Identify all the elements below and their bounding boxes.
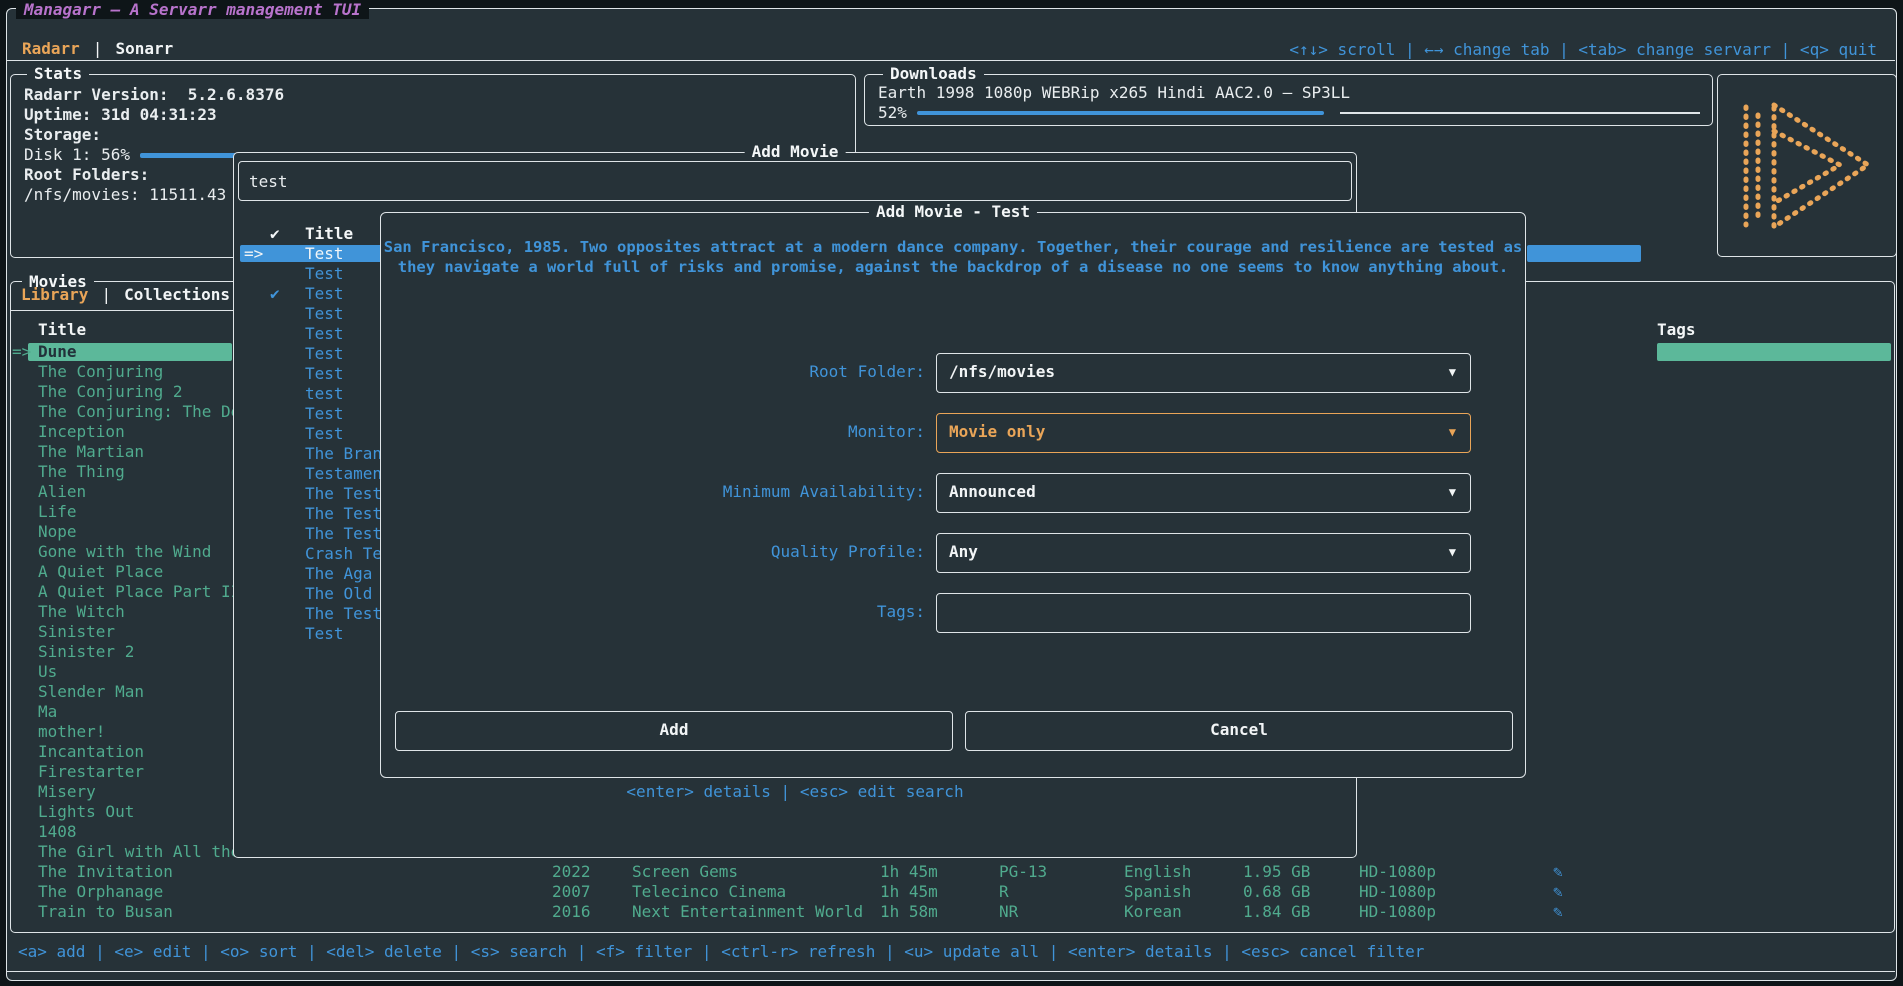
selection-arrow: => <box>12 342 31 362</box>
chevron-down-icon: ▼ <box>1449 534 1456 570</box>
table-row[interactable]: 2007 Telecinco Cinema 1h 45m R Spanish 0… <box>0 882 1903 902</box>
add-movie-overlay-title: Add Movie <box>745 142 846 162</box>
library-row[interactable]: Ma <box>11 702 237 722</box>
chevron-down-icon: ▼ <box>1449 474 1456 510</box>
movie-search-input[interactable] <box>239 162 1351 200</box>
chevron-down-icon: ▼ <box>1449 414 1456 450</box>
table-row[interactable]: 2016 Next Entertainment World 1h 58m NR … <box>0 902 1903 922</box>
download-progress-bar <box>917 105 1700 121</box>
library-row[interactable]: A Quiet Place <box>11 562 237 582</box>
quality-profile-dropdown[interactable]: Any ▼ <box>936 533 1471 573</box>
library-row-selected[interactable]: => Dune <box>11 342 237 362</box>
monitor-dropdown[interactable]: Movie only ▼ <box>936 413 1471 453</box>
movie-overview-line1: San Francisco, 1985. Two opposites attra… <box>381 237 1525 257</box>
library-row[interactable]: Life <box>11 502 237 522</box>
added-check-icon: ✔ <box>270 284 280 304</box>
footer-keybind-help: <a> add | <e> edit | <o> sort | <del> de… <box>18 942 1424 962</box>
app-title: Managarr — A Servarr management TUI <box>16 0 369 19</box>
library-row[interactable]: Lights Out <box>11 802 237 822</box>
minimum-availability-dropdown[interactable]: Announced ▼ <box>936 473 1471 513</box>
library-row[interactable]: The Conjuring <box>11 362 237 382</box>
library-row[interactable]: Us <box>11 662 237 682</box>
tab-separator: | <box>93 38 103 60</box>
download-progress-label: 52% <box>878 103 907 122</box>
selected-row-tags-cell-highlight <box>1657 343 1891 361</box>
library-row[interactable]: The Martian <box>11 442 237 462</box>
edit-pencil-icon[interactable]: ✎ <box>1553 882 1563 902</box>
cancel-button[interactable]: Cancel <box>965 711 1513 751</box>
library-row[interactable]: The Conjuring 2 <box>11 382 237 402</box>
downloads-panel-title: Downloads <box>883 64 984 84</box>
library-row[interactable]: The Girl with All the <box>11 842 237 862</box>
tab-collections[interactable]: Collections <box>124 284 230 306</box>
stat-version: Radarr Version: 5.2.6.8376 <box>24 85 855 105</box>
monitor-label: Monitor: <box>848 413 925 451</box>
edit-pencil-icon[interactable]: ✎ <box>1553 862 1563 882</box>
library-row[interactable]: Misery <box>11 782 237 802</box>
tab-sonarr[interactable]: Sonarr <box>115 38 173 60</box>
add-movie-modal-title: Add Movie - Test <box>869 202 1037 222</box>
library-row[interactable]: Sinister <box>11 622 237 642</box>
logo-panel <box>1717 74 1897 257</box>
add-button[interactable]: Add <box>395 711 953 751</box>
tab-separator: | <box>101 284 111 306</box>
root-folder-label: Root Folder: <box>809 353 925 391</box>
edit-pencil-icon[interactable]: ✎ <box>1553 902 1563 922</box>
tab-radarr[interactable]: Radarr <box>22 38 80 60</box>
library-row[interactable]: Incantation <box>11 742 237 762</box>
library-row[interactable]: Gone with the Wind <box>11 542 237 562</box>
managarr-logo-icon <box>1728 85 1888 245</box>
movie-overview-line2: they navigate a world full of risks and … <box>381 257 1525 277</box>
library-tags-column-header: Tags <box>1657 320 1696 339</box>
check-column-icon: ✔ <box>270 224 280 244</box>
library-row[interactable]: The Conjuring: The De <box>11 402 237 422</box>
root-folder-dropdown[interactable]: /nfs/movies ▼ <box>936 353 1471 393</box>
tab-library[interactable]: Library <box>21 284 88 306</box>
selection-arrow: => <box>244 244 263 264</box>
downloads-panel: Downloads Earth 1998 1080p WEBRip x265 H… <box>864 74 1713 126</box>
library-row[interactable]: Sinister 2 <box>11 642 237 662</box>
stats-panel-title: Stats <box>27 64 89 84</box>
search-selected-row-highlight-fragment <box>1527 245 1641 262</box>
tags-label: Tags: <box>877 593 925 631</box>
servarr-tab-bar: Radarr | Sonarr <box>22 38 173 60</box>
tags-input[interactable] <box>937 594 1470 632</box>
stat-uptime: Uptime: 31d 04:31:23 <box>24 105 855 125</box>
add-movie-modal: Add Movie - Test San Francisco, 1985. Tw… <box>380 212 1526 778</box>
stat-disk-label: Disk 1: 56% <box>24 145 130 165</box>
overlay-keybind-help: <enter> details | <esc> edit search <box>234 782 1356 801</box>
library-row[interactable]: Slender Man <box>11 682 237 702</box>
download-item-title: Earth 1998 1080p WEBRip x265 Hindi AAC2.… <box>865 75 1712 103</box>
library-row[interactable]: Nope <box>11 522 237 542</box>
header-keybind-help: <↑↓> scroll | ←→ change tab | <tab> chan… <box>1289 40 1877 59</box>
chevron-down-icon: ▼ <box>1449 354 1456 390</box>
library-row[interactable]: Inception <box>11 422 237 442</box>
library-row[interactable]: mother! <box>11 722 237 742</box>
movies-tab-bar: Library | Collections | <box>21 284 253 306</box>
stat-storage-heading: Storage: <box>24 125 855 145</box>
library-row[interactable]: The Witch <box>11 602 237 622</box>
library-row[interactable]: 1408 <box>11 822 237 842</box>
library-row[interactable]: Alien <box>11 482 237 502</box>
quality-profile-label: Quality Profile: <box>771 533 925 571</box>
table-row[interactable]: 2022 Screen Gems 1h 45m PG-13 English 1.… <box>0 862 1903 882</box>
tags-field[interactable] <box>936 593 1471 633</box>
minimum-availability-label: Minimum Availability: <box>723 473 925 511</box>
library-title-column-header: Title <box>38 320 86 339</box>
library-row[interactable]: A Quiet Place Part II <box>11 582 237 602</box>
library-row[interactable]: The Thing <box>11 462 237 482</box>
library-row[interactable]: Firestarter <box>11 762 237 782</box>
